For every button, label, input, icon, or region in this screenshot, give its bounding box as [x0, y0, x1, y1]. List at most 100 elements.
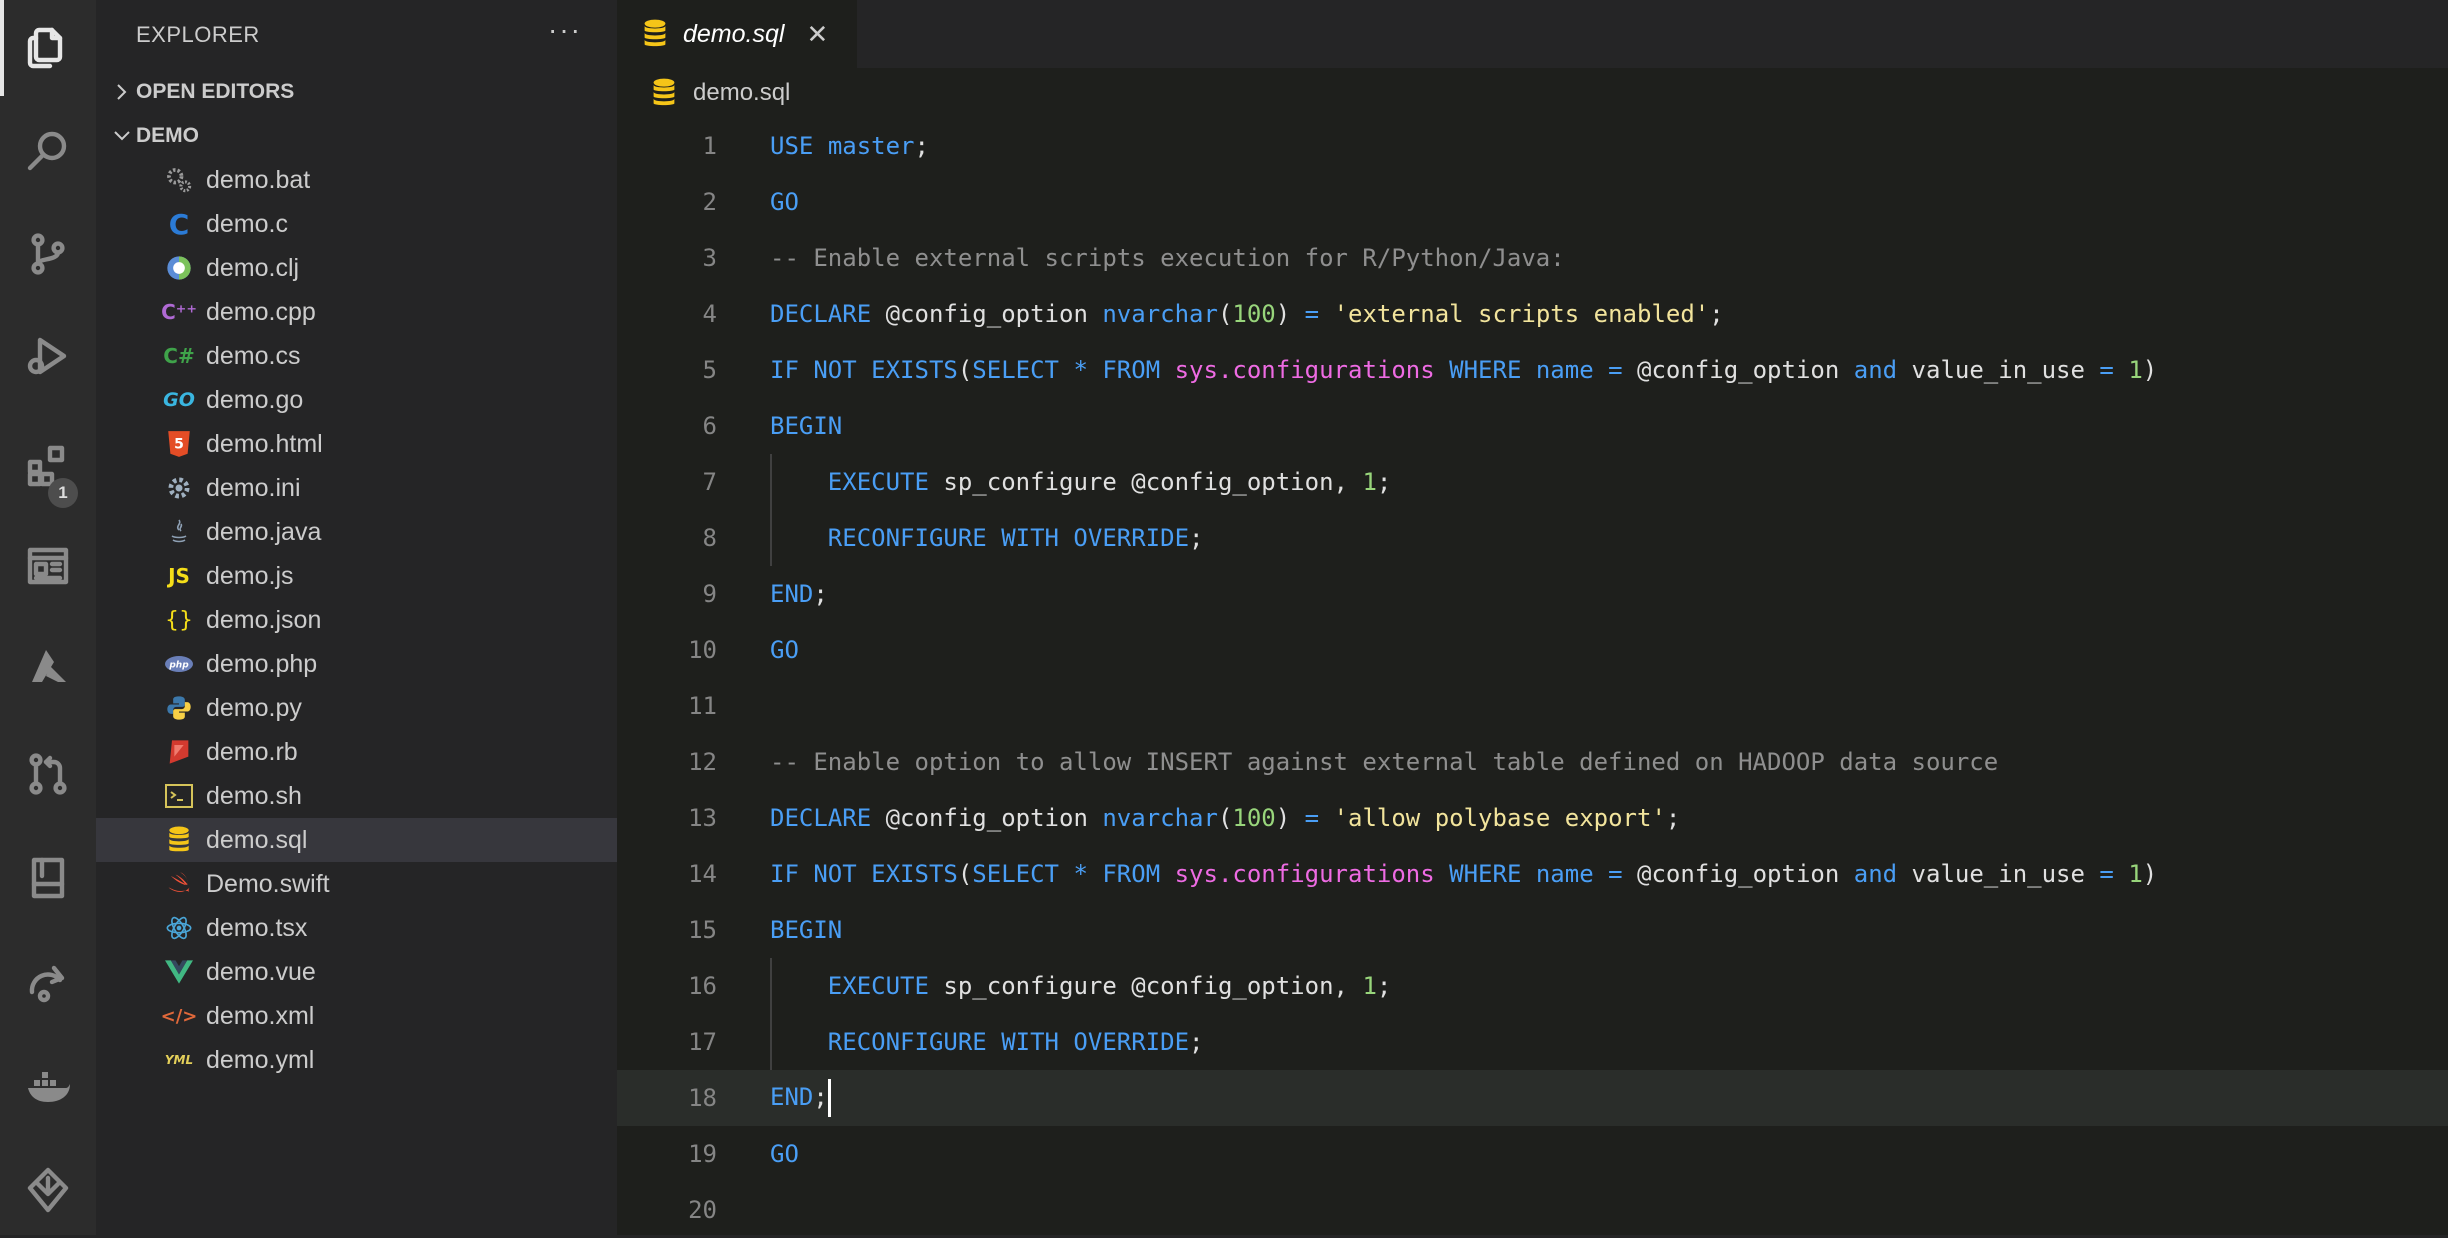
- file-item-demo-vue[interactable]: demo.vue: [96, 950, 617, 994]
- file-item-demo-cs[interactable]: C# demo.cs: [96, 334, 617, 378]
- file-name: Demo.swift: [206, 870, 330, 899]
- file-item-demo-tsx[interactable]: demo.tsx: [96, 906, 617, 950]
- files-icon[interactable]: [0, 0, 96, 96]
- code-line[interactable]: 19GO: [617, 1126, 2448, 1182]
- code-token: sys.configurations: [1175, 860, 1435, 888]
- breadcrumb-file[interactable]: demo.sql: [693, 79, 790, 107]
- file-name: demo.c: [206, 210, 288, 239]
- file-name: demo.cs: [206, 342, 300, 371]
- kubernetes-icon[interactable]: [0, 1142, 96, 1238]
- file-item-demo-php[interactable]: php demo.php: [96, 642, 617, 686]
- code-token: [1594, 356, 1608, 384]
- notebook-icon[interactable]: [0, 830, 96, 926]
- file-name: demo.tsx: [206, 914, 307, 943]
- code-token: FROM: [1102, 860, 1160, 888]
- code-token: ;: [915, 132, 929, 160]
- js-icon: JS: [164, 561, 194, 591]
- file-item-demo-js[interactable]: JS demo.js: [96, 554, 617, 598]
- code-token: *: [1073, 860, 1087, 888]
- file-item-demo-yml[interactable]: YML demo.yml: [96, 1038, 617, 1082]
- code-line[interactable]: 16 EXECUTE sp_configure @config_option, …: [617, 958, 2448, 1014]
- docker-icon[interactable]: [0, 1038, 96, 1134]
- code-token: BEGIN: [770, 412, 842, 440]
- code-token: (: [1218, 300, 1232, 328]
- code-text: END;: [770, 1079, 831, 1117]
- more-actions-icon[interactable]: ···: [548, 14, 582, 46]
- file-item-demo-clj[interactable]: demo.clj: [96, 246, 617, 290]
- code-token: sys.configurations: [1175, 356, 1435, 384]
- code-text: BEGIN: [770, 916, 842, 944]
- code-line[interactable]: 8 RECONFIGURE WITH OVERRIDE;: [617, 510, 2448, 566]
- file-item-demo-xml[interactable]: </> demo.xml: [96, 994, 617, 1038]
- file-item-demo-java[interactable]: demo.java: [96, 510, 617, 554]
- file-item-demo-c[interactable]: C demo.c: [96, 202, 617, 246]
- code-line[interactable]: 3-- Enable external scripts execution fo…: [617, 230, 2448, 286]
- file-item-demo-go[interactable]: GO demo.go: [96, 378, 617, 422]
- extensions-icon[interactable]: 1: [0, 418, 96, 514]
- code-line[interactable]: 10GO: [617, 622, 2448, 678]
- run-debug-icon[interactable]: [0, 308, 96, 404]
- line-number: 1: [617, 132, 717, 160]
- swift-icon: [164, 869, 194, 899]
- azure-icon[interactable]: [0, 620, 96, 716]
- code-token: value_in_use: [1897, 356, 2099, 384]
- code-token: [770, 524, 828, 552]
- remote-icon[interactable]: [0, 934, 96, 1030]
- code-token: value_in_use: [1897, 860, 2099, 888]
- tab-label: demo.sql: [683, 20, 784, 49]
- code-line[interactable]: 4DECLARE @config_option nvarchar(100) = …: [617, 286, 2448, 342]
- line-number: 17: [617, 1028, 717, 1056]
- file-item-demo-json[interactable]: {} demo.json: [96, 598, 617, 642]
- code-line[interactable]: 2GO: [617, 174, 2448, 230]
- search-icon[interactable]: [0, 104, 96, 200]
- code-line[interactable]: 17 RECONFIGURE WITH OVERRIDE;: [617, 1014, 2448, 1070]
- code-token: sp_configure @config_option,: [929, 972, 1362, 1000]
- file-item-demo-swift[interactable]: Demo.swift: [96, 862, 617, 906]
- code-token: ;: [1377, 972, 1391, 1000]
- code-token: ;: [1377, 468, 1391, 496]
- code-token: END: [770, 1083, 813, 1111]
- source-control-icon[interactable]: [0, 206, 96, 302]
- code-token: -- Enable option to allow INSERT against…: [770, 748, 1998, 776]
- code-line[interactable]: 9END;: [617, 566, 2448, 622]
- code-line[interactable]: 15BEGIN: [617, 902, 2448, 958]
- file-item-demo-html[interactable]: 5 demo.html: [96, 422, 617, 466]
- file-item-demo-rb[interactable]: demo.rb: [96, 730, 617, 774]
- code-token: USE: [770, 132, 813, 160]
- preview-icon[interactable]: [0, 518, 96, 614]
- code-line[interactable]: 20: [617, 1182, 2448, 1238]
- code-line[interactable]: 14IF NOT EXISTS(SELECT * FROM sys.config…: [617, 846, 2448, 902]
- code-line[interactable]: 13DECLARE @config_option nvarchar(100) =…: [617, 790, 2448, 846]
- ruby-icon: [164, 737, 194, 767]
- explorer-title: EXPLORER: [136, 22, 260, 48]
- code-token: ;: [1189, 524, 1203, 552]
- file-item-demo-ini[interactable]: demo.ini: [96, 466, 617, 510]
- open-editors-section[interactable]: OPEN EDITORS: [96, 70, 617, 114]
- code-line[interactable]: 12-- Enable option to allow INSERT again…: [617, 734, 2448, 790]
- code-line[interactable]: 7 EXECUTE sp_configure @config_option, 1…: [617, 454, 2448, 510]
- code-text: USE master;: [770, 132, 929, 160]
- file-item-demo-cpp[interactable]: C⁺⁺ demo.cpp: [96, 290, 617, 334]
- tab-demo-sql[interactable]: demo.sql ✕: [617, 0, 857, 68]
- demo-folder-section[interactable]: DEMO: [96, 114, 617, 158]
- c-icon: C: [164, 209, 194, 239]
- code-editor[interactable]: 1 USE master; 2GO3-- Enable external scrip…: [617, 118, 2448, 1238]
- line-number: 14: [617, 860, 717, 888]
- code-line[interactable]: 5IF NOT EXISTS(SELECT * FROM sys.configu…: [617, 342, 2448, 398]
- code-line[interactable]: 11: [617, 678, 2448, 734]
- code-text: GO: [770, 636, 799, 664]
- code-token: [1521, 860, 1535, 888]
- code-text: -- Enable option to allow INSERT against…: [770, 748, 1998, 776]
- pull-request-icon[interactable]: [0, 726, 96, 822]
- code-token: [1435, 860, 1449, 888]
- code-token: [770, 1028, 828, 1056]
- file-name: demo.rb: [206, 738, 298, 767]
- code-line[interactable]: 1 USE master;: [617, 118, 2448, 174]
- close-icon[interactable]: ✕: [806, 19, 828, 50]
- file-item-demo-py[interactable]: demo.py: [96, 686, 617, 730]
- code-line[interactable]: 18END;: [617, 1070, 2448, 1126]
- file-item-demo-sql[interactable]: demo.sql: [96, 818, 617, 862]
- file-item-demo-bat[interactable]: demo.bat: [96, 158, 617, 202]
- file-item-demo-sh[interactable]: demo.sh: [96, 774, 617, 818]
- code-line[interactable]: 6BEGIN: [617, 398, 2448, 454]
